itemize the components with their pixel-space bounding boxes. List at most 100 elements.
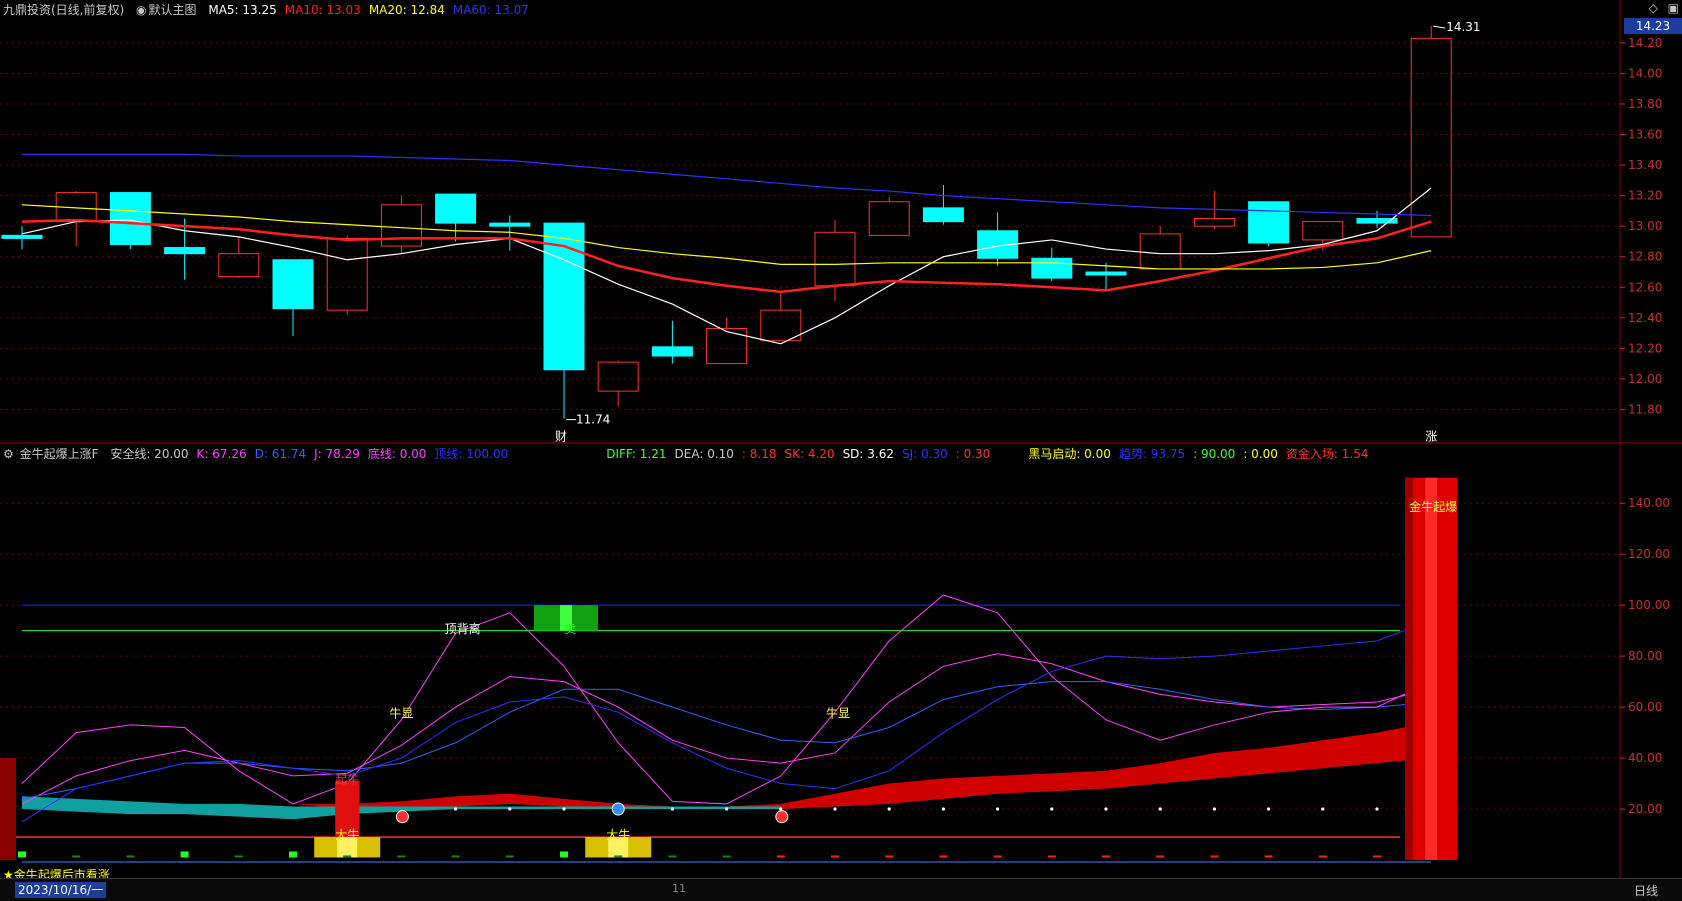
indicator-legend-item: : 90.00 <box>1193 447 1236 461</box>
blue-ball-icon <box>611 802 625 816</box>
volume-mini-bar <box>668 855 677 858</box>
candle-down <box>1248 201 1290 244</box>
red-ball-icon <box>395 810 409 824</box>
price-axis-label: 13.20 <box>1628 189 1662 203</box>
candle-down <box>651 346 693 357</box>
safety-dot <box>1321 807 1325 811</box>
indicator-legend-item: : 8.18 <box>741 447 777 461</box>
indicator-legend-item: SK: 4.20 <box>784 447 835 461</box>
main-chart-header: 九鼎投资(日线,前复权) ◉ 默认主图 MA5: 13.25 MA10: 13.03… <box>3 1 537 18</box>
current-price-tag: 14.23 <box>1624 18 1682 34</box>
candle-up <box>326 237 368 311</box>
price-axis-label: 14.00 <box>1628 66 1662 80</box>
da-niu-label: 大牛 <box>606 827 630 842</box>
safety-dot <box>1050 807 1054 811</box>
indicator-legend-item: 黑马启动: 0.00 <box>1028 447 1111 461</box>
volume-mini-bar <box>397 855 406 858</box>
candle-up <box>1410 37 1452 238</box>
price-axis-label: 12.60 <box>1628 280 1662 294</box>
indicator-line-K <box>21 653 1432 805</box>
safety-dot <box>887 807 891 811</box>
ma-line-ma10 <box>21 218 1432 294</box>
high-price-annotation: 14.31 <box>1446 20 1480 34</box>
price-axis-label: 12.00 <box>1628 372 1662 386</box>
price-axis-label: 13.40 <box>1628 158 1662 172</box>
restore-icon[interactable]: ▣ <box>1668 1 1679 15</box>
candle-up <box>706 328 748 365</box>
volume-mini-bar <box>722 855 731 858</box>
candle-down <box>1 234 43 239</box>
volume-mini-bar <box>614 855 623 858</box>
price-axis-label: 13.60 <box>1628 128 1662 142</box>
safety-dot <box>454 807 458 811</box>
qi-niu-label: 起牛 <box>335 772 359 787</box>
indicator-name[interactable]: 金牛起爆上涨F <box>20 447 99 461</box>
indicator-header: ⚙ 金牛起爆上涨F 安全线: 20.00 K: 67.26 D: 61.74 J: 7… <box>3 445 1376 462</box>
indicator-axis-label: 20.00 <box>1628 802 1662 816</box>
safety-dot <box>1267 807 1271 811</box>
volume-mini-bar <box>126 855 135 858</box>
indicator-axis-label: 40.00 <box>1628 751 1662 765</box>
finance-marker: 财 <box>555 430 567 444</box>
volume-mini-bar <box>1318 855 1327 858</box>
safety-dot <box>670 807 675 811</box>
volume-mini-bar <box>1102 855 1110 858</box>
template-selector[interactable]: ◉ 默认主图 <box>136 3 197 17</box>
safety-dot <box>508 807 512 811</box>
window-controls: ◇ ▣ <box>1649 1 1679 15</box>
volume-mini-bar <box>1047 855 1056 858</box>
da-niu-label: 大牛 <box>335 827 359 842</box>
red-ball-icon <box>775 810 789 824</box>
safety-dot <box>941 807 946 811</box>
ma-line-ma60 <box>22 153 1432 217</box>
period-button[interactable]: 日线 <box>1634 882 1658 899</box>
indicator-line-D <box>21 681 1432 800</box>
candle-down <box>1031 257 1073 279</box>
golden-bull-bar-highlight <box>1425 477 1438 860</box>
ma-legend-item: MA5: 13.25 <box>208 3 277 17</box>
stock-title[interactable]: 九鼎投资(日线,前复权) <box>3 3 124 17</box>
volume-mini-bar <box>1427 855 1436 858</box>
volume-mini-bar <box>234 855 243 858</box>
volume-mini-bar <box>451 855 460 858</box>
candle-up <box>1193 218 1235 227</box>
safety-dot <box>779 807 783 811</box>
volume-mini-bar <box>560 851 568 858</box>
candle-down <box>109 192 151 246</box>
indicator-legend-item: 安全线: 20.00 <box>110 447 189 461</box>
x-axis-tick: 11 <box>672 882 686 895</box>
low-price-annotation: 11.74 <box>576 413 610 427</box>
price-axis-label: 12.80 <box>1628 250 1662 264</box>
indicator-axis-label: 120.00 <box>1628 547 1670 561</box>
volume-mini-bar <box>993 855 1002 858</box>
indicator-legend-item: SJ: 0.30 <box>902 447 948 461</box>
volume-mini-bar <box>1264 855 1273 858</box>
safety-dot <box>1375 807 1379 811</box>
niu-xian-label: 牛显 <box>826 705 850 720</box>
volume-mini-bar <box>180 851 189 858</box>
indicator-legend-item: 顶线: 100.00 <box>434 447 509 461</box>
indicator-legend-item: 底线: 0.00 <box>367 447 427 461</box>
diamond-icon[interactable]: ◇ <box>1649 1 1658 15</box>
candle-down <box>435 193 477 224</box>
high-price-arrow <box>1433 25 1446 29</box>
indicator-settings-icon[interactable]: ⚙ <box>3 447 14 461</box>
indicator-axis-label: 100.00 <box>1628 598 1670 612</box>
sell-label: 卖 <box>564 622 576 636</box>
indicator-line-趋势 <box>21 619 1432 823</box>
golden-bull-bar-shade <box>1405 477 1414 860</box>
niu-xian-label: 牛显 <box>389 705 413 720</box>
volume-mini-bar <box>1373 855 1381 858</box>
indicator-legend: 安全线: 20.00 K: 67.26 D: 61.74 J: 78.29 底线: 0.… <box>110 447 1376 461</box>
safety-dot <box>833 807 837 811</box>
candle-down <box>922 207 964 223</box>
indicator-legend-item: : 0.30 <box>955 447 991 461</box>
price-axis-label: 13.80 <box>1628 97 1662 111</box>
price-axis-label: 13.00 <box>1628 219 1662 233</box>
rise-marker: 涨 <box>1425 429 1437 444</box>
indicator-legend-item: 趋势: 93.75 <box>1118 447 1186 461</box>
indicator-axis-label: 80.00 <box>1628 649 1662 663</box>
volume-mini-bar <box>939 855 948 858</box>
top-divergence-label: 顶背离 <box>445 621 481 636</box>
candle-down <box>1085 271 1127 276</box>
